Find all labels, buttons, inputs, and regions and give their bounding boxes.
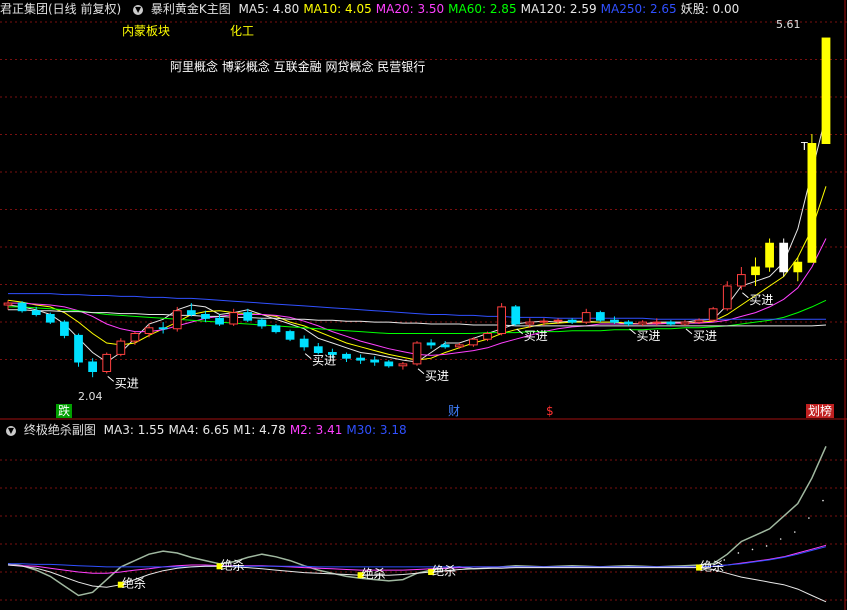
candle-body <box>102 353 112 372</box>
candle-body <box>299 338 309 348</box>
candle-body <box>666 321 676 325</box>
candle-body <box>271 325 281 333</box>
high-price-label: 5.61 <box>776 18 801 31</box>
concepts-label: 阿里概念 博彩概念 互联金融 网贷概念 民营银行 <box>170 60 426 74</box>
buy-signal-arrow <box>417 368 425 375</box>
kill-signal-label: 绝杀 <box>122 576 146 591</box>
candle-body <box>595 312 605 321</box>
candle-body <box>779 242 789 273</box>
buy-signal-arrow <box>685 328 693 335</box>
candle-body <box>694 319 704 323</box>
ma-line-ma120 <box>8 309 827 327</box>
candle-body <box>751 266 760 276</box>
bottom-mark-label: 跌 <box>58 403 70 418</box>
candle-body <box>3 302 13 306</box>
candle-body <box>821 37 831 144</box>
ma-line-ma250 <box>8 293 826 320</box>
candle-body <box>313 346 323 353</box>
sub-oscillator-chart[interactable]: 绝杀绝杀绝杀 绝杀 绝杀 <box>0 420 847 610</box>
osc-dot <box>737 552 740 554</box>
candle-body <box>74 334 83 363</box>
candle-body <box>469 338 478 346</box>
candle-body <box>567 319 577 323</box>
candle-body <box>539 320 549 323</box>
candle-body <box>454 344 464 348</box>
candle-body <box>398 363 408 367</box>
buy-signal-label: 买进 <box>693 329 717 343</box>
candle-body <box>370 359 380 363</box>
osc-dot <box>793 531 796 533</box>
buy-signal-label: 买进 <box>312 354 336 368</box>
candle-body <box>158 327 168 330</box>
osc-dot <box>822 499 824 502</box>
kill-signal-label: 绝杀 <box>700 559 724 574</box>
candle-body <box>31 310 41 316</box>
kill-signal-label: 绝杀 <box>221 557 245 572</box>
osc-dot <box>751 548 754 551</box>
candle-body <box>497 306 506 334</box>
candle-body <box>257 319 267 327</box>
candle-body <box>652 321 662 324</box>
candle-body <box>793 261 803 273</box>
candle-body <box>172 310 182 330</box>
sector-label: 内蒙板块 <box>122 24 171 38</box>
candle-body <box>88 361 97 372</box>
candle-body <box>624 321 633 325</box>
buy-signal-arrow <box>742 292 749 299</box>
candle-body <box>638 321 648 325</box>
candle-body <box>243 312 253 321</box>
buy-signal-arrow <box>107 376 115 382</box>
bottom-mark-label: 财 <box>448 404 460 418</box>
buy-signal-label: 买进 <box>637 329 661 343</box>
candle-body <box>722 285 732 310</box>
buy-signal-label: 买进 <box>115 376 139 390</box>
candle-body <box>511 306 521 325</box>
buy-signal-arrow <box>304 353 312 359</box>
candle-body <box>553 319 563 322</box>
candle-body <box>215 317 224 325</box>
candle-body <box>737 274 746 287</box>
t-mark: T <box>801 140 808 153</box>
ma-line-ma5 <box>7 114 827 363</box>
osc-dot <box>765 545 768 547</box>
candle-body <box>581 312 591 323</box>
candle-body <box>285 331 295 340</box>
osc-dot <box>808 517 810 519</box>
candle-body <box>412 342 422 365</box>
bottom-mark-label: $ <box>546 404 554 418</box>
buy-signal-label: 买进 <box>749 293 773 307</box>
candle-body <box>426 342 436 346</box>
buy-signal-label: 买进 <box>524 329 548 343</box>
candle-body <box>17 302 27 312</box>
candle-body <box>186 310 196 316</box>
candle-body <box>201 314 210 319</box>
buy-signal-label: 买进 <box>425 369 449 383</box>
candle-body <box>708 308 718 321</box>
candle-body <box>680 321 690 325</box>
buy-signal-arrow <box>516 328 524 335</box>
candle-body <box>45 314 55 323</box>
candle-body <box>144 327 154 334</box>
candle-body <box>440 344 450 348</box>
industry-label: 化工 <box>230 24 255 38</box>
kill-signal-label: 绝杀 <box>432 563 456 578</box>
candle-body <box>342 353 351 359</box>
candle-body <box>384 361 394 367</box>
bottom-mark-label: 划榜 <box>808 403 832 418</box>
low-price-label: 2.04 <box>78 390 103 403</box>
candle-body <box>807 143 817 263</box>
candle-body <box>130 333 140 342</box>
candle-body <box>356 357 365 361</box>
candle-body <box>483 333 492 340</box>
candle-body <box>229 312 239 325</box>
candle-body <box>116 340 126 355</box>
candle-body <box>525 321 535 325</box>
candle-body <box>60 321 69 336</box>
osc-dot <box>779 538 782 540</box>
candle-body <box>765 242 774 268</box>
candle-body <box>610 319 619 323</box>
kill-signal-label: 绝杀 <box>362 566 386 581</box>
